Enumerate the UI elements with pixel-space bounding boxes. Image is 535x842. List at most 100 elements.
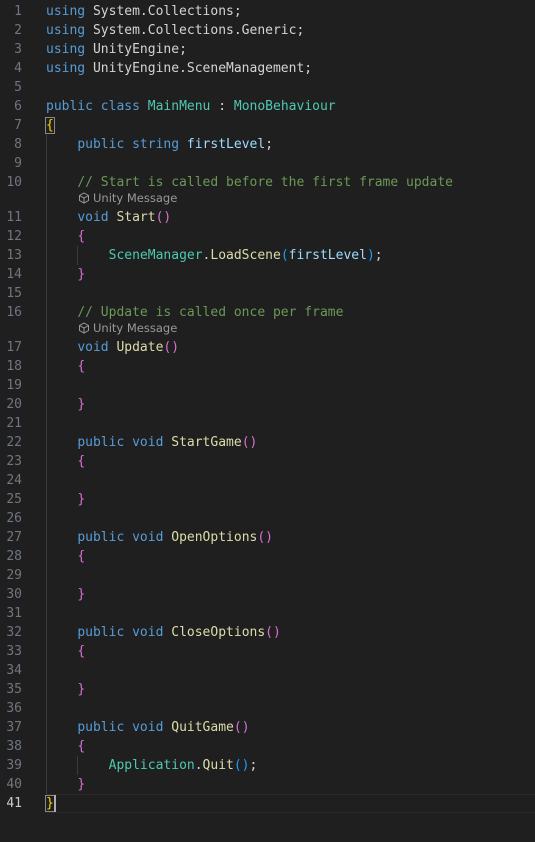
codelens-unity-message[interactable]: Unity Message [78,320,177,336]
code-token: } [77,777,86,792]
line-number: 31 [6,606,22,621]
code-token: { [45,117,55,134]
line-number: 19 [6,378,22,393]
code-line[interactable]: 13 SceneManager.LoadScene(firstLevel); [0,246,535,265]
code-line[interactable]: 23 { [0,452,535,471]
code-line[interactable]: 31 [0,604,535,623]
code-line[interactable]: 34 [0,661,535,680]
code-token: { [77,644,86,659]
code-line[interactable]: 8 public string firstLevel; [0,135,535,154]
code-token: QuitGame [171,720,234,735]
code-line[interactable]: 36 [0,699,535,718]
code-token: : [210,99,234,114]
line-number: 39 [6,758,22,773]
codelens-unity-message[interactable]: Unity Message [78,190,177,206]
code-text: } [46,265,85,284]
code-token: MainMenu [147,99,211,114]
code-line[interactable]: 18 { [0,357,535,376]
code-line[interactable]: 30 } [0,585,535,604]
line-number: 38 [6,739,22,754]
code-line[interactable]: 35 } [0,680,535,699]
line-number: 33 [6,644,22,659]
code-line[interactable]: 21 [0,414,535,433]
line-number: 37 [6,720,22,735]
code-token: using [46,61,86,76]
code-line[interactable]: 17 void Update() [0,338,535,357]
code-text: using System.Collections; [46,2,242,21]
code-line[interactable]: 38 { [0,737,535,756]
code-line[interactable]: 15 [0,284,535,303]
code-line[interactable]: 3 using UnityEngine; [0,40,535,59]
line-number: 5 [14,80,22,95]
code-line[interactable]: 6 public class MainMenu : MonoBehaviour [0,97,535,116]
line-number: 22 [6,435,22,450]
code-text: { [46,227,85,246]
line-number: 14 [6,267,22,282]
code-line[interactable]: 2 using System.Collections.Generic; [0,21,535,40]
line-number: 21 [6,416,22,431]
code-token: Start [116,210,156,225]
code-line[interactable]: 25 } [0,490,535,509]
line-number: 13 [6,248,22,263]
codelens-label[interactable]: Unity Message [93,321,177,335]
code-line[interactable]: 7{ [0,116,535,135]
code-token: SceneManager [108,248,203,263]
code-token: } [77,587,86,602]
code-line[interactable]: 37 public void QuitGame() [0,718,535,737]
code-editor[interactable]: 1 using System.Collections; 2 using System.… [0,0,535,842]
code-token: using [46,42,86,57]
code-line[interactable]: 12 { [0,227,535,246]
code-line[interactable]: 5 [0,78,535,97]
line-number: 9 [14,156,22,171]
code-line[interactable]: 19 [0,376,535,395]
code-token: ; [249,758,258,773]
code-line[interactable]: 4 using UnityEngine.SceneManagement; [0,59,535,78]
code-line[interactable]: 29 [0,566,535,585]
line-number: 16 [6,305,22,320]
code-line[interactable]: 9 [0,154,535,173]
line-number: 2 [14,23,22,38]
indent-guide [46,135,47,794]
code-line[interactable]: 40 } [0,775,535,794]
code-line[interactable]: 24 [0,471,535,490]
code-line[interactable]: 27 public void OpenOptions() [0,528,535,547]
code-token: StartGame [171,435,242,450]
code-text: { [46,357,85,376]
current-line-highlight [46,794,535,813]
code-line[interactable]: 41} [0,794,535,813]
code-token: ; [233,4,242,19]
code-line[interactable]: 20 } [0,395,535,414]
code-token: () [233,758,250,773]
code-line[interactable]: 39 Application.Quit(); [0,756,535,775]
code-line[interactable]: 1 using System.Collections; [0,2,535,21]
codelens-label[interactable]: Unity Message [93,191,177,205]
code-token: void [132,720,164,735]
line-number: 27 [6,530,22,545]
code-line[interactable]: 22 public void StartGame() [0,433,535,452]
code-token: firstLevel [288,248,367,263]
code-line[interactable]: 28 { [0,547,535,566]
code-line[interactable]: 14 } [0,265,535,284]
code-token: () [257,530,273,545]
code-token: () [241,435,258,450]
code-line[interactable]: 11 void Start() [0,208,535,227]
code-token: } [77,682,86,697]
code-text: } [46,490,85,509]
line-number: 29 [6,568,22,583]
code-line[interactable]: 32 public void CloseOptions() [0,623,535,642]
code-line[interactable]: 26 [0,509,535,528]
code-line[interactable]: 33 { [0,642,535,661]
